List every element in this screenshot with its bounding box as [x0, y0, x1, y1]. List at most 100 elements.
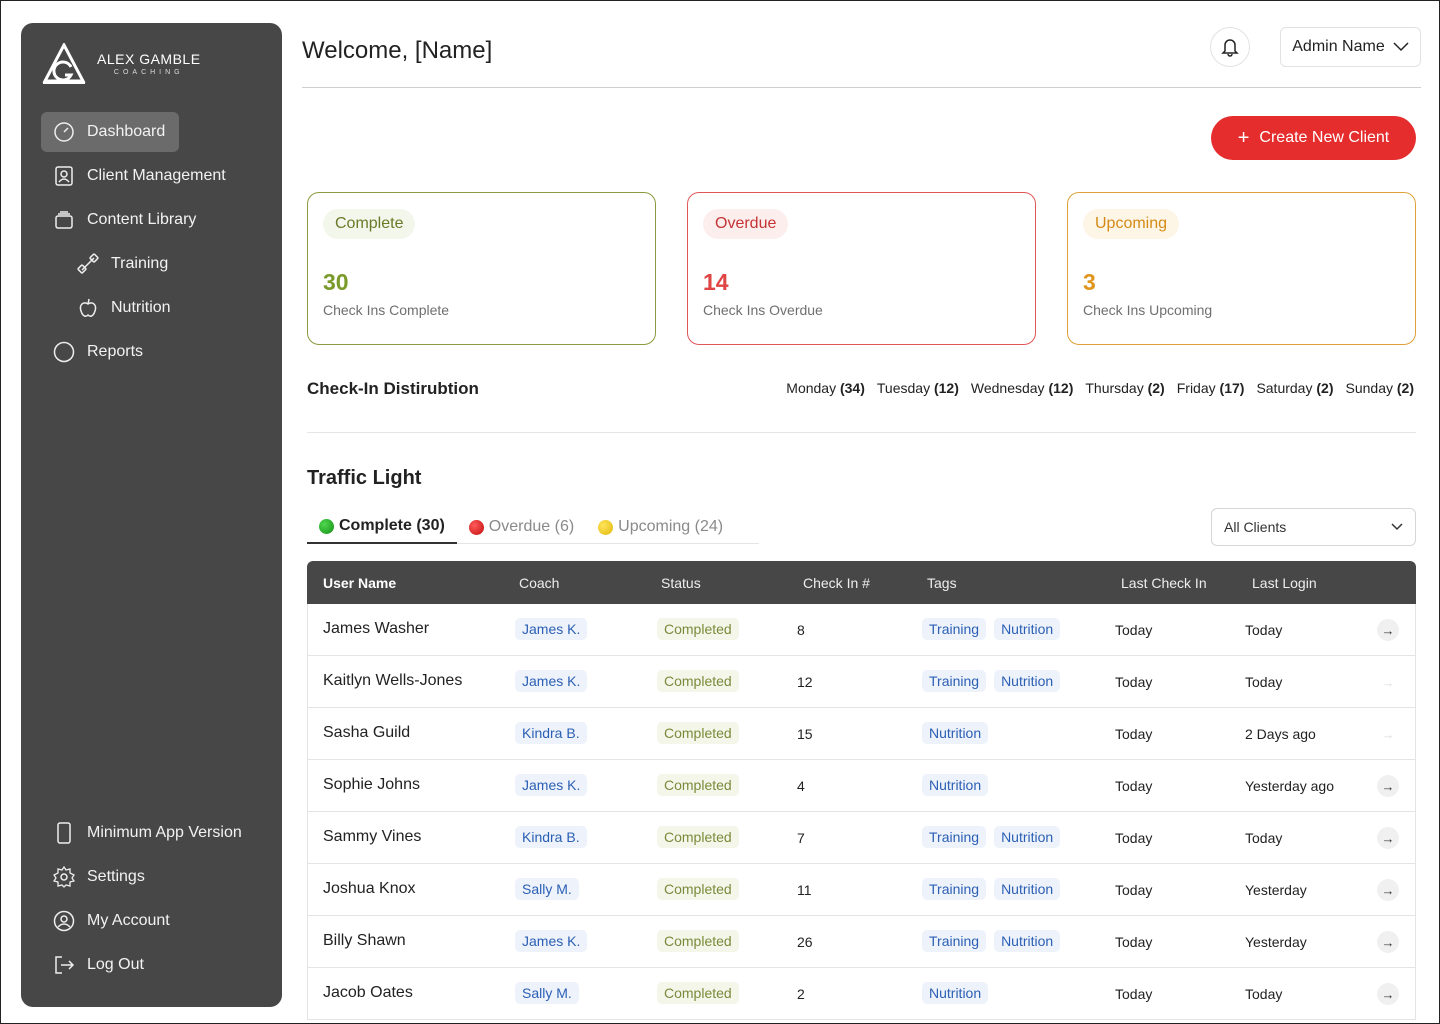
last-login: Yesterday — [1245, 882, 1307, 898]
arrow-right-icon[interactable]: → — [1377, 619, 1399, 641]
tag-chip: Nutrition — [922, 722, 989, 744]
sidebar-item-client-management[interactable]: Client Management — [41, 156, 262, 196]
day-sunday: Sunday (2) — [1345, 380, 1415, 396]
user-name: Joshua Knox — [323, 880, 416, 897]
chevron-down-icon — [1393, 42, 1409, 52]
column-user-name[interactable]: User Name — [323, 575, 396, 591]
chevron-down-icon — [1391, 523, 1403, 531]
sidebar-item-label: Minimum App Version — [87, 824, 242, 841]
status-badge: Overdue — [703, 209, 789, 239]
last-check-in: Today — [1115, 726, 1153, 742]
column-last-check-in[interactable]: Last Check In — [1121, 575, 1207, 591]
sidebar-item-label: Content Library — [87, 211, 197, 228]
last-check-in: Today — [1115, 934, 1153, 950]
tab-upcoming[interactable]: Upcoming (24) — [586, 510, 735, 544]
last-check-in: Today — [1115, 830, 1153, 846]
overdue-card[interactable]: Overdue 14 Check Ins Overdue — [687, 192, 1036, 345]
table-body: James Washer James K. Completed 8 Training Nu… — [307, 604, 1416, 1020]
client-filter-select[interactable]: All Clients — [1211, 508, 1416, 546]
notifications-button[interactable] — [1210, 27, 1250, 67]
arrow-right-icon[interactable]: → — [1377, 879, 1399, 901]
table-row[interactable]: Joshua Knox Sally M. Completed 11 Training Nu… — [307, 864, 1416, 916]
sidebar-item-label: Nutrition — [111, 299, 171, 316]
phone-icon — [53, 822, 75, 844]
coach-chip: Sally M. — [515, 878, 579, 900]
stat-label: Check Ins Overdue — [703, 302, 823, 318]
gauge-icon — [53, 121, 75, 143]
day-wednesday: Wednesday (12) — [970, 380, 1074, 396]
sidebar-item-settings[interactable]: Settings — [41, 857, 272, 897]
table-row[interactable]: Sasha Guild Kindra B. Completed 15 Nutrition… — [307, 708, 1416, 760]
column-coach[interactable]: Coach — [519, 575, 559, 591]
check-in-number: 2 — [797, 986, 805, 1002]
table-row[interactable]: Sophie Johns James K. Completed 4 Nutrition T… — [307, 760, 1416, 812]
sidebar-item-reports[interactable]: Reports — [41, 332, 262, 372]
user-card-icon — [53, 165, 75, 187]
arrow-right-icon[interactable]: → — [1377, 827, 1399, 849]
sidebar-item-training[interactable]: Training — [41, 244, 262, 284]
last-check-in: Today — [1115, 986, 1153, 1002]
brand-logo[interactable]: ALEX GAMBLE COACHING — [41, 43, 201, 85]
table-row[interactable]: Sammy Vines Kindra B. Completed 7 Training Nu… — [307, 812, 1416, 864]
status-badge: Completed — [657, 618, 739, 640]
status-badge: Completed — [657, 722, 739, 744]
tag-chip: Nutrition — [922, 982, 989, 1004]
tag-chip: Training — [922, 878, 987, 900]
distribution-title: Check-In Distirubtion — [307, 379, 479, 398]
brand-title: ALEX GAMBLE — [97, 51, 201, 67]
sidebar-item-content-library[interactable]: Content Library — [41, 200, 262, 240]
complete-card[interactable]: Complete 30 Check Ins Complete — [307, 192, 656, 345]
tags-cell: Training Nutrition — [922, 618, 1061, 640]
upcoming-card[interactable]: Upcoming 3 Check Ins Upcoming — [1067, 192, 1416, 345]
status-badge: Upcoming — [1083, 209, 1180, 239]
day-saturday: Saturday (2) — [1256, 380, 1334, 396]
create-new-client-button[interactable]: + Create New Client — [1211, 116, 1416, 160]
last-check-in: Today — [1115, 882, 1153, 898]
red-dot-icon — [468, 519, 484, 535]
sidebar-item-minimum-app-version[interactable]: Minimum App Version — [41, 813, 272, 853]
column-tags[interactable]: Tags — [927, 575, 957, 591]
column-status[interactable]: Status — [661, 575, 701, 591]
tag-chip: Training — [922, 930, 987, 952]
arrow-right-icon[interactable]: → — [1377, 983, 1399, 1005]
day-tuesday: Tuesday (12) — [876, 380, 959, 396]
tab-complete[interactable]: Complete (30) — [307, 510, 457, 544]
user-name: Sophie Johns — [323, 776, 420, 793]
coach-chip: Kindra B. — [515, 722, 587, 744]
logo-icon — [42, 43, 86, 84]
last-login: Today — [1245, 830, 1283, 846]
table-row[interactable]: Jacob Oates Sally M. Completed 2 Nutrition To… — [307, 968, 1416, 1020]
bell-icon — [1221, 39, 1239, 57]
table-row[interactable]: Billy Shawn James K. Completed 26 Training Nu… — [307, 916, 1416, 968]
check-in-number: 4 — [797, 778, 805, 794]
sidebar-item-label: Training — [111, 255, 169, 272]
sidebar-item-nutrition[interactable]: Nutrition — [41, 288, 262, 328]
coach-chip: Sally M. — [515, 982, 579, 1004]
table-row[interactable]: Kaitlyn Wells-Jones James K. Completed 12 Tr… — [307, 656, 1416, 708]
check-in-number: 11 — [797, 882, 812, 898]
admin-menu[interactable]: Admin Name — [1280, 27, 1421, 67]
arrow-right-icon[interactable]: → — [1377, 931, 1399, 953]
tags-cell: Nutrition — [922, 722, 989, 744]
sidebar-item-label: Dashboard — [87, 123, 166, 140]
arrow-right-icon[interactable]: → — [1377, 671, 1399, 693]
section-divider — [307, 432, 1416, 433]
arrow-right-icon[interactable]: → — [1377, 775, 1399, 797]
sidebar-item-label: My Account — [87, 912, 170, 929]
check-in-number: 7 — [797, 830, 805, 846]
table-row[interactable]: James Washer James K. Completed 8 Training Nu… — [307, 604, 1416, 656]
day-thursday: Thursday (2) — [1085, 380, 1165, 396]
header-divider — [302, 87, 1421, 88]
tab-overdue[interactable]: Overdue (6) — [457, 510, 586, 544]
sidebar-item-dashboard[interactable]: Dashboard — [41, 112, 179, 152]
traffic-tabs: Complete (30) Overdue (6) Upcoming (24) — [307, 510, 759, 544]
column-check-in[interactable]: Check In # — [803, 575, 870, 591]
column-last-login[interactable]: Last Login — [1252, 575, 1317, 591]
sidebar-item-log-out[interactable]: Log Out — [41, 945, 272, 985]
arrow-right-icon[interactable]: → — [1377, 723, 1399, 745]
stat-number: 30 — [323, 269, 349, 295]
account-icon — [53, 910, 75, 932]
tags-cell: Training Nutrition — [922, 878, 1061, 900]
library-icon — [53, 209, 75, 231]
sidebar-item-my-account[interactable]: My Account — [41, 901, 272, 941]
